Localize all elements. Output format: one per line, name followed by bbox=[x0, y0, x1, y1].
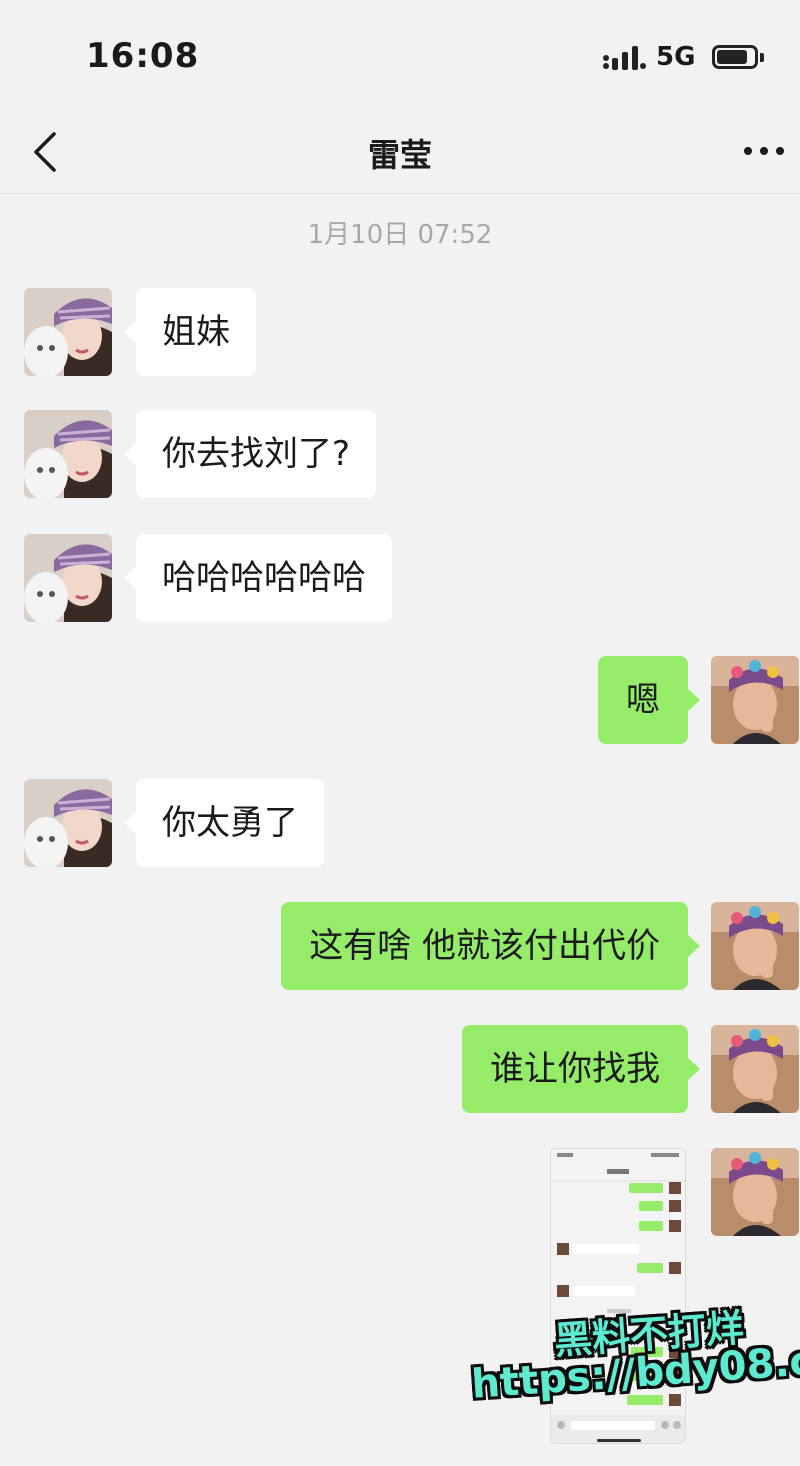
status-bar: 16:08 5G bbox=[0, 0, 800, 110]
contact-avatar[interactable] bbox=[24, 410, 112, 498]
signal-bars-icon bbox=[603, 46, 646, 70]
ellipsis-icon[interactable] bbox=[740, 136, 788, 166]
my-avatar[interactable] bbox=[711, 902, 799, 990]
my-avatar[interactable] bbox=[711, 1148, 799, 1236]
chat-header: 雷莹 bbox=[0, 110, 800, 194]
incoming-message[interactable]: 你太勇了 bbox=[124, 779, 324, 867]
outgoing-message[interactable]: 嗯 bbox=[598, 656, 700, 744]
incoming-message[interactable]: 你去找刘了? bbox=[123, 410, 377, 498]
chat-title: 雷莹 bbox=[367, 136, 432, 174]
status-time: 16:08 bbox=[86, 36, 200, 76]
my-avatar[interactable] bbox=[711, 656, 799, 744]
watermark: 黑料不打烊 https://bdy08.com bbox=[470, 1306, 800, 1430]
my-avatar[interactable] bbox=[711, 1025, 799, 1113]
message-timestamp: 1月10日 07:52 bbox=[307, 220, 493, 250]
battery-icon bbox=[712, 45, 764, 69]
contact-avatar[interactable] bbox=[24, 288, 112, 376]
incoming-message[interactable]: 哈哈哈哈哈哈 bbox=[124, 534, 392, 622]
network-type: 5G bbox=[656, 42, 696, 72]
outgoing-message[interactable]: 谁让你找我 bbox=[462, 1025, 700, 1113]
outgoing-message[interactable]: 这有啥 他就该付出代价 bbox=[281, 902, 700, 990]
contact-avatar[interactable] bbox=[24, 779, 112, 867]
incoming-message[interactable]: 姐妹 bbox=[124, 288, 256, 376]
contact-avatar[interactable] bbox=[24, 534, 112, 622]
